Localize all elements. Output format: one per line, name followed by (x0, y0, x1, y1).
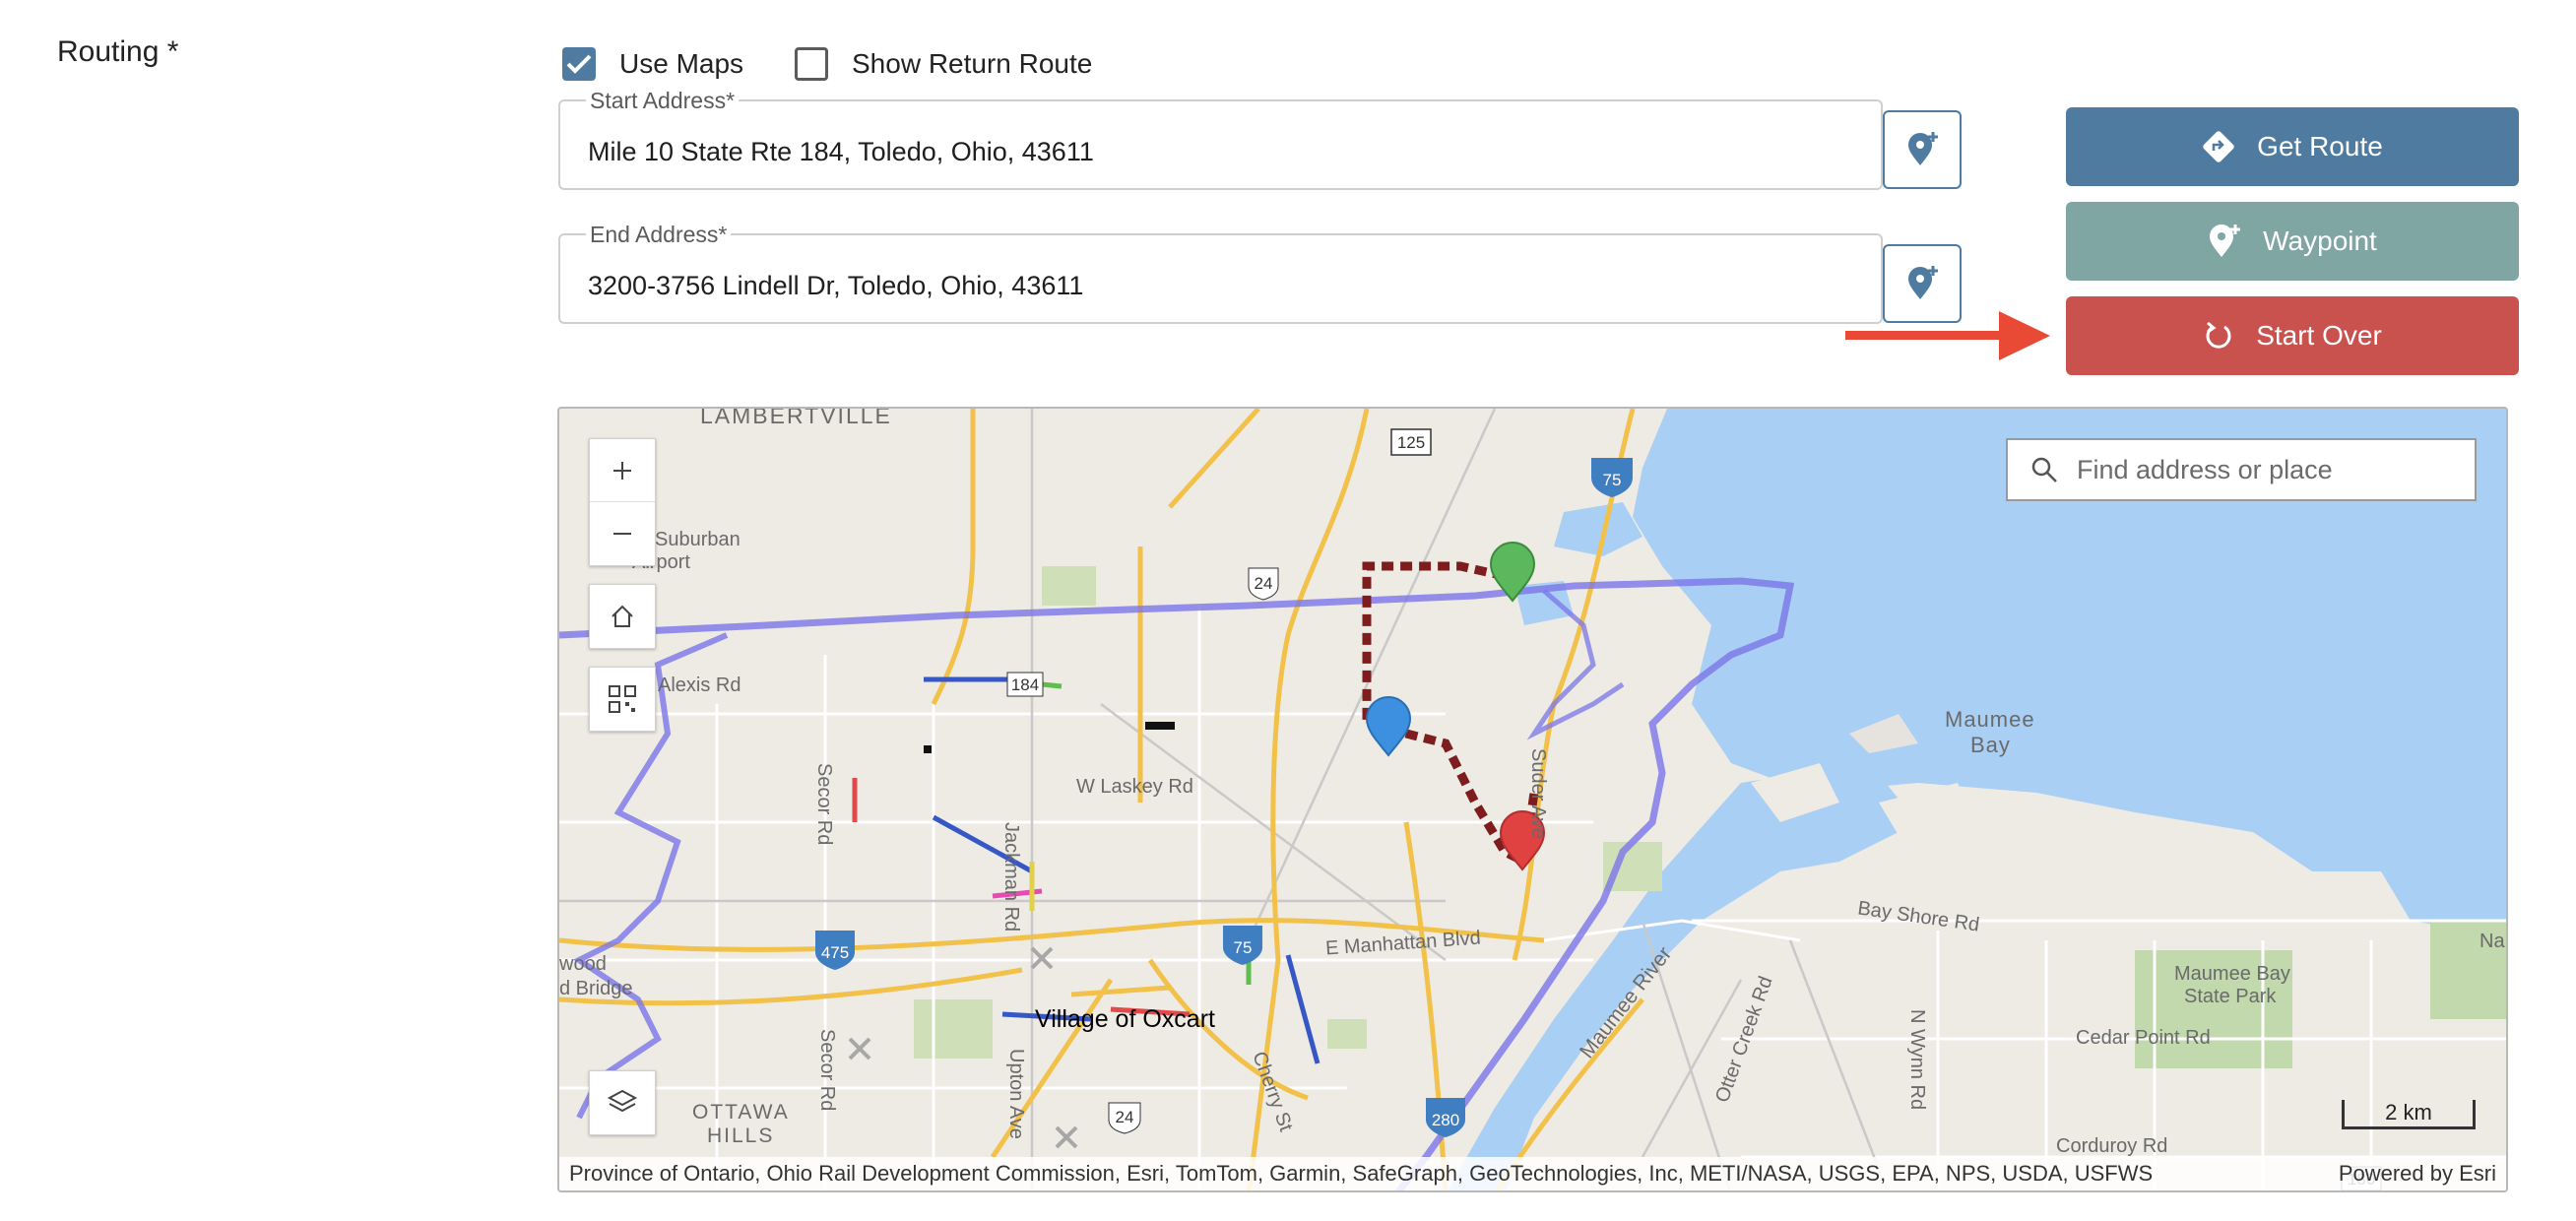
svg-text:184: 184 (1011, 675, 1039, 694)
attribution-text: Province of Ontario, Ohio Rail Developme… (569, 1161, 2154, 1186)
map-label-village-of-oxcart: Village of Oxcart (1035, 1005, 1215, 1033)
map-search-box[interactable]: Find address or place (2006, 438, 2477, 501)
svg-text:280: 280 (1432, 1111, 1459, 1129)
qr-code-icon (609, 685, 636, 713)
minus-icon (613, 533, 631, 535)
map-label-state-park: Maumee Bay (2174, 963, 2290, 985)
directions-icon (2203, 131, 2234, 162)
zoom-in-button[interactable] (590, 439, 655, 502)
waypoint-pin-icon (1365, 696, 1412, 757)
map-label-suburban: Suburban (655, 529, 741, 550)
start-over-label: Start Over (2256, 320, 2382, 351)
svg-text:475: 475 (821, 943, 849, 962)
map-scale-bar: 2 km (2342, 1100, 2476, 1129)
show-return-route-checkbox[interactable] (795, 47, 828, 81)
start-address-field[interactable]: Start Address* Mile 10 State Rte 184, To… (558, 88, 1883, 190)
map-label-bridge: d Bridge (559, 978, 633, 999)
svg-text:24: 24 (1116, 1108, 1134, 1126)
map-label-laskey-rd: W Laskey Rd (1076, 776, 1193, 798)
svg-text:24: 24 (1255, 574, 1273, 593)
map-label-lambertville: LAMBERTVILLE (700, 407, 892, 428)
waypoint-button[interactable]: Waypoint (2066, 202, 2519, 281)
svg-text:75: 75 (1234, 938, 1253, 957)
map-label-upton-ave: Upton Ave (1005, 1049, 1027, 1139)
qr-code-button[interactable] (589, 667, 656, 732)
map-label-suder-ave: Suder Ave (1527, 748, 1549, 839)
get-route-button[interactable]: Get Route (2066, 107, 2519, 186)
waypoint-label: Waypoint (2263, 225, 2377, 256)
map-label-cedar-point-rd: Cedar Point Rd (2076, 1027, 2211, 1049)
start-address-locate-button[interactable] (1883, 110, 1962, 189)
map-search-placeholder[interactable]: Find address or place (2077, 455, 2333, 485)
arrow-annotation-icon (1845, 311, 2050, 360)
end-address-legend: End Address* (586, 222, 732, 248)
plus-icon (613, 461, 631, 480)
map-label-jackman-rd: Jackman Rd (1000, 822, 1022, 932)
powered-by-esri[interactable]: Powered by Esri (2339, 1157, 2496, 1190)
map-label-na: Na (2479, 931, 2505, 952)
home-icon (612, 605, 633, 627)
use-maps-option[interactable]: Use Maps (562, 43, 743, 85)
start-address-value[interactable]: Mile 10 State Rte 184, Toledo, Ohio, 436… (588, 137, 1094, 167)
add-location-icon (1908, 132, 1938, 165)
search-icon (2031, 457, 2057, 482)
svg-text:125: 125 (1397, 433, 1425, 452)
map-label-corduroy-rd: Corduroy Rd (2056, 1135, 2168, 1157)
zoom-out-button[interactable] (590, 502, 655, 565)
checkmark-icon (566, 54, 592, 74)
add-location-icon (1908, 266, 1938, 299)
map-label-secor-rd: Secor Rd (813, 763, 835, 846)
map-label-bay: Bay (1970, 733, 2011, 757)
map-attribution: Province of Ontario, Ohio Rail Developme… (559, 1157, 2506, 1190)
zoom-control (589, 438, 656, 566)
home-button[interactable] (589, 584, 656, 649)
layers-icon (607, 1089, 638, 1113)
add-location-icon (2210, 225, 2241, 257)
map-label-hills: HILLS (707, 1125, 775, 1147)
map-label-alexis-rd: Alexis Rd (658, 675, 741, 696)
refresh-icon (2206, 321, 2231, 349)
map-label-state-park-2: State Park (2184, 986, 2277, 1007)
layers-button[interactable] (589, 1070, 656, 1135)
routing-label: Routing * (57, 35, 179, 68)
map-label-maumee: Maumee (1945, 707, 2035, 732)
show-return-route-option[interactable]: Show Return Route (795, 43, 1092, 85)
get-route-label: Get Route (2257, 131, 2383, 161)
map-view[interactable]: 125 75 24 184 475 75 24 280 180 LAMBERTV… (557, 407, 2508, 1192)
start-over-button[interactable]: Start Over (2066, 296, 2519, 375)
use-maps-checkbox[interactable] (562, 47, 596, 81)
start-address-legend: Start Address* (586, 88, 740, 114)
end-address-field[interactable]: End Address* 3200-3756 Lindell Dr, Toled… (558, 222, 1883, 324)
map-label-wynn-rd: N Wynn Rd (1906, 1009, 1928, 1111)
svg-text:75: 75 (1603, 471, 1622, 489)
end-address-value[interactable]: 3200-3756 Lindell Dr, Toledo, Ohio, 4361… (588, 271, 1083, 301)
use-maps-label: Use Maps (619, 48, 744, 79)
map-label-wood: wood (559, 953, 607, 975)
show-return-route-label: Show Return Route (852, 48, 1093, 79)
map-label-ottawa: OTTAWA (692, 1101, 790, 1124)
map-label-secor-rd-south: Secor Rd (816, 1029, 838, 1112)
